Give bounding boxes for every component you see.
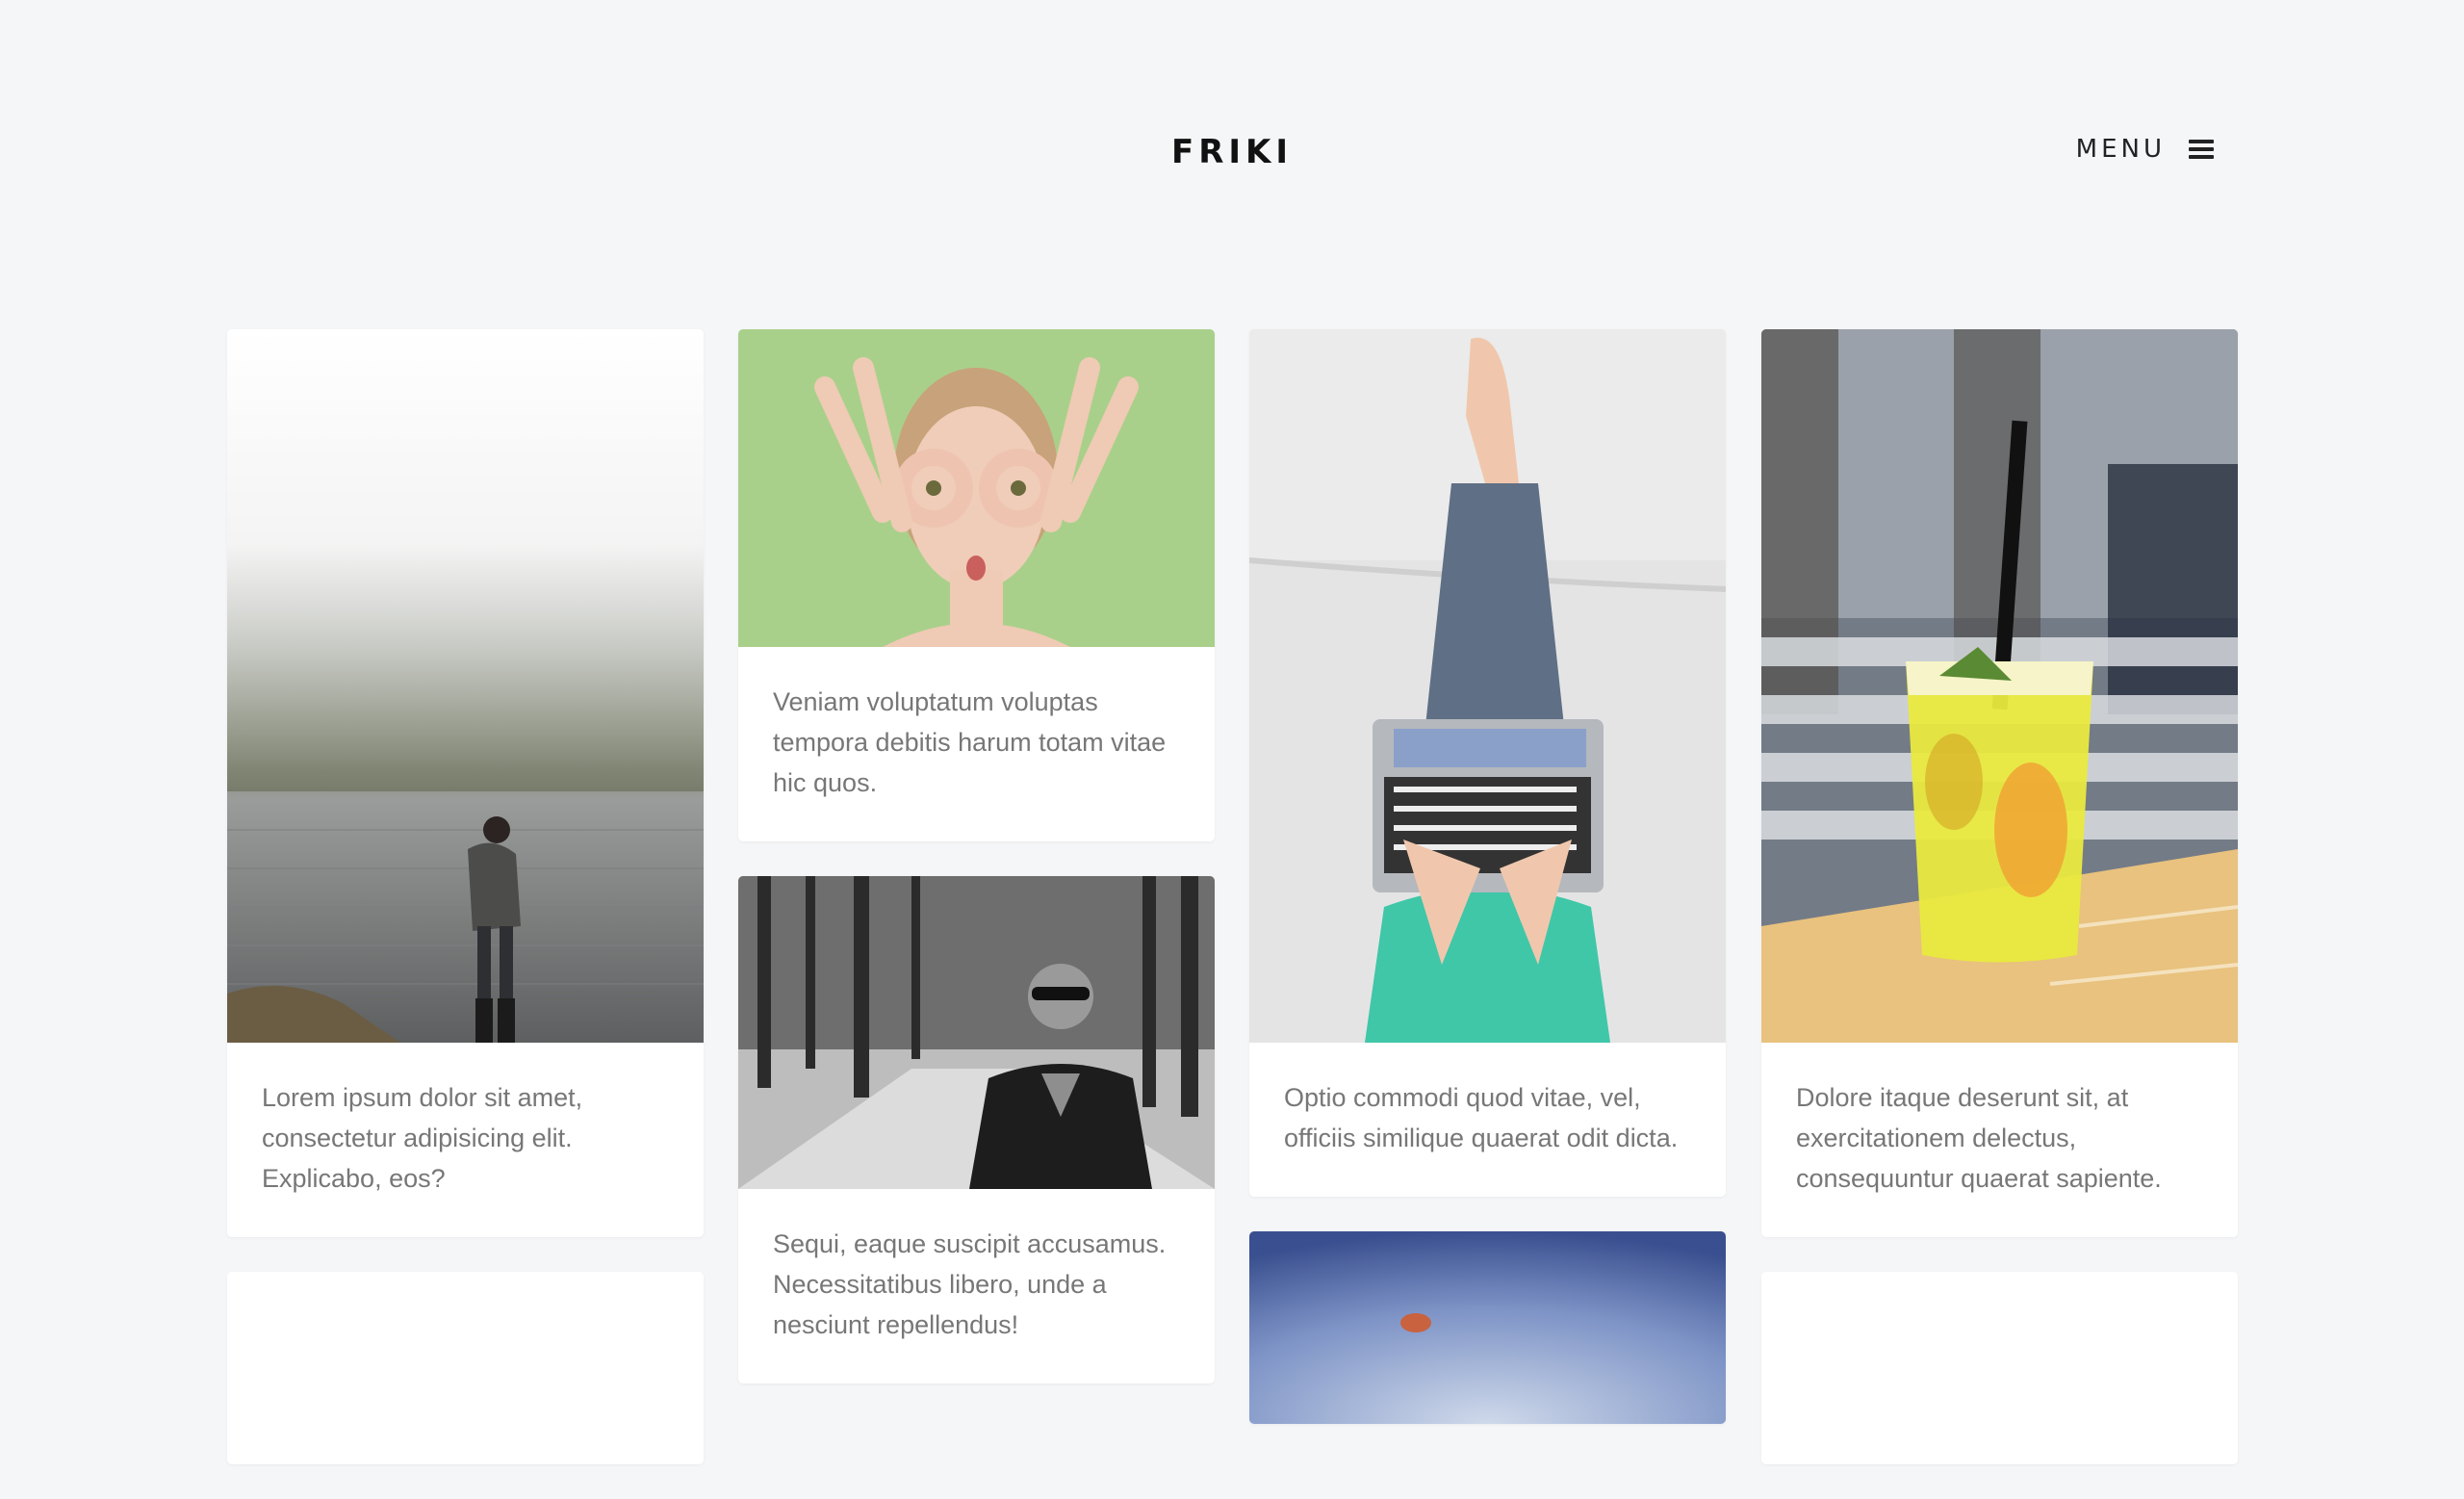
post-card[interactable] [1761,1272,2238,1464]
post-image-foggy-lake [227,329,704,1043]
post-card[interactable]: Sequi, eaque suscipit accusamus. Necessi… [738,876,1215,1383]
post-card[interactable] [1249,1231,1726,1424]
grid-column-1: Lorem ipsum dolor sit amet, consectetur … [227,329,704,1499]
post-excerpt: Optio commodi quod vitae, vel, officiis … [1284,1083,1679,1152]
menu-button[interactable]: MENU [2076,135,2214,164]
grid-column-2: Veniam voluptatum voluptas tempora debit… [738,329,1215,1418]
post-card[interactable] [227,1272,704,1464]
post-image-woman-forest [738,876,1215,1189]
grid-column-3: Optio commodi quod vitae, vel, officiis … [1249,329,1726,1459]
grid-column-4: Dolore itaque deserunt sit, at exercitat… [1761,329,2238,1499]
post-card[interactable]: Optio commodi quod vitae, vel, officiis … [1249,329,1726,1197]
post-excerpt: Dolore itaque deserunt sit, at exercitat… [1796,1083,2162,1193]
post-card[interactable]: Veniam voluptatum voluptas tempora debit… [738,329,1215,841]
hamburger-icon [2189,140,2214,159]
post-card[interactable]: Lorem ipsum dolor sit amet, consectetur … [227,329,704,1237]
post-image-sky [1249,1231,1726,1424]
post-card[interactable]: Dolore itaque deserunt sit, at exercitat… [1761,329,2238,1237]
card-grid: Lorem ipsum dolor sit amet, consectetur … [227,329,2238,1464]
post-excerpt: Sequi, eaque suscipit accusamus. Necessi… [773,1229,1167,1339]
post-image-lemonade [1761,329,2238,1043]
post-image-woman-goggles [738,329,1215,647]
post-excerpt: Veniam voluptatum voluptas tempora debit… [773,687,1167,797]
post-image-laptop [1249,329,1726,1043]
site-header: FRIKI MENU [0,0,2464,308]
menu-label: MENU [2075,135,2166,164]
post-excerpt: Lorem ipsum dolor sit amet, consectetur … [262,1083,583,1193]
